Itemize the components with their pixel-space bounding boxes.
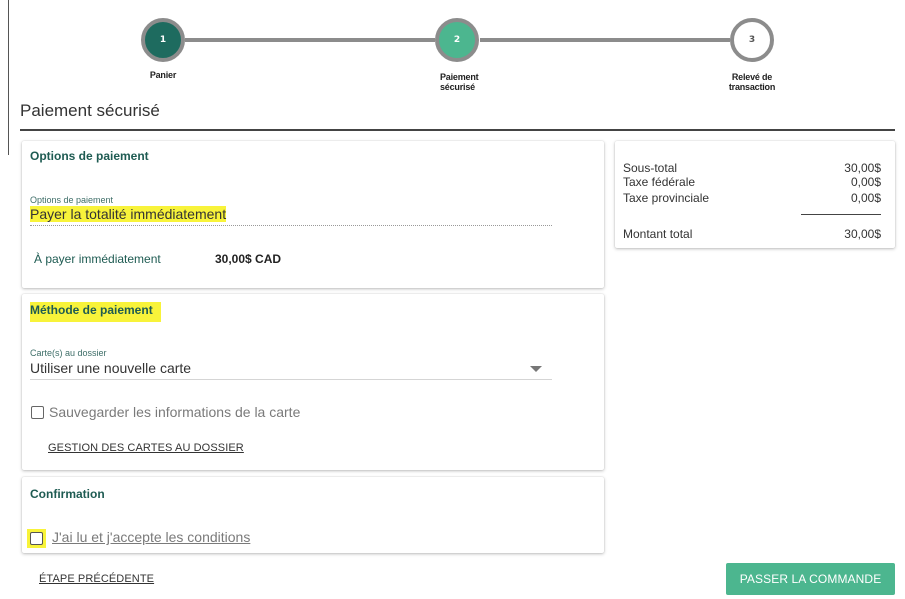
cards-on-file-label: Carte(s) au dossier [30, 348, 107, 358]
title-divider [20, 129, 895, 131]
step-3-circle: 3 [730, 18, 774, 62]
subtotal-row: Sous-total 30,00$ [623, 161, 881, 175]
payment-option-field-label: Options de paiement [30, 195, 114, 205]
provincial-tax-label: Taxe provinciale [623, 191, 710, 205]
step-connector-1 [185, 38, 435, 42]
step-2-circle: 2 [435, 18, 479, 62]
step-2-label: Paiement sécurisé [440, 72, 479, 92]
checkout-stepper: 1 Panier 2 Paiement sécurisé 3 Relevé de… [0, 0, 905, 100]
step-3-label: Relevé de transaction [728, 72, 776, 92]
federal-tax-row: Taxe fédérale 0,00$ [623, 175, 881, 189]
step-2-number: 2 [453, 35, 461, 45]
summary-divider [801, 214, 881, 215]
checkout-page: 1 Panier 2 Paiement sécurisé 3 Relevé de… [0, 0, 905, 599]
confirmation-title: Confirmation [30, 487, 105, 501]
cards-on-file-select[interactable]: Utiliser une nouvelle carte [30, 360, 191, 376]
payment-method-title: Méthode de paiement [30, 302, 161, 322]
total-label: Montant total [623, 227, 693, 241]
step-1-label: Panier [149, 70, 177, 80]
payment-option-underline [30, 225, 552, 226]
accept-terms-label[interactable]: J'ai lu et j'accepte les conditions [52, 529, 250, 545]
subtotal-value: 30,00$ [844, 161, 881, 175]
provincial-tax-value: 0,00$ [850, 191, 881, 205]
subtotal-label: Sous-total [623, 161, 678, 175]
order-summary-card: Sous-total 30,00$ Taxe fédérale 0,00$ Ta… [615, 141, 895, 248]
manage-cards-link[interactable]: GESTION DES CARTES AU DOSSIER [48, 442, 244, 454]
total-value: 30,00$ [844, 227, 881, 241]
accept-terms-checkbox[interactable] [30, 532, 43, 545]
payment-options-card: Options de paiement Options de paiement … [22, 141, 604, 288]
page-title: Paiement sécurisé [20, 101, 160, 120]
payment-option-value: Payer la totalité immédiatement [30, 206, 227, 222]
payment-options-title: Options de paiement [30, 149, 149, 163]
chevron-down-icon[interactable] [530, 366, 542, 372]
step-3-number: 3 [748, 35, 756, 45]
save-card-checkbox[interactable] [31, 406, 44, 419]
save-card-label[interactable]: Sauvegarder les informations de la carte [49, 404, 300, 420]
payment-method-card: Méthode de paiement Carte(s) au dossier … [22, 294, 604, 470]
place-order-button[interactable]: PASSER LA COMMANDE [726, 563, 895, 595]
step-1-circle: 1 [141, 18, 185, 62]
payment-method-title-text: Méthode de paiement [30, 302, 161, 322]
payment-option-select[interactable]: Payer la totalité immédiatement [30, 206, 227, 222]
federal-tax-value: 0,00$ [850, 175, 881, 189]
total-row: Montant total 30,00$ [623, 227, 881, 241]
confirmation-card: Confirmation J'ai lu et j'accepte les co… [22, 477, 604, 553]
federal-tax-label: Taxe fédérale [623, 175, 696, 189]
previous-step-link[interactable]: ÉTAPE PRÉCÉDENTE [39, 573, 154, 585]
step-connector-2 [480, 38, 730, 42]
amount-due-value: 30,00$ CAD [215, 252, 282, 266]
provincial-tax-row: Taxe provinciale 0,00$ [623, 191, 881, 205]
step-1-number: 1 [159, 35, 167, 45]
cards-on-file-underline [30, 379, 552, 380]
amount-due-label: À payer immédiatement [34, 252, 161, 266]
